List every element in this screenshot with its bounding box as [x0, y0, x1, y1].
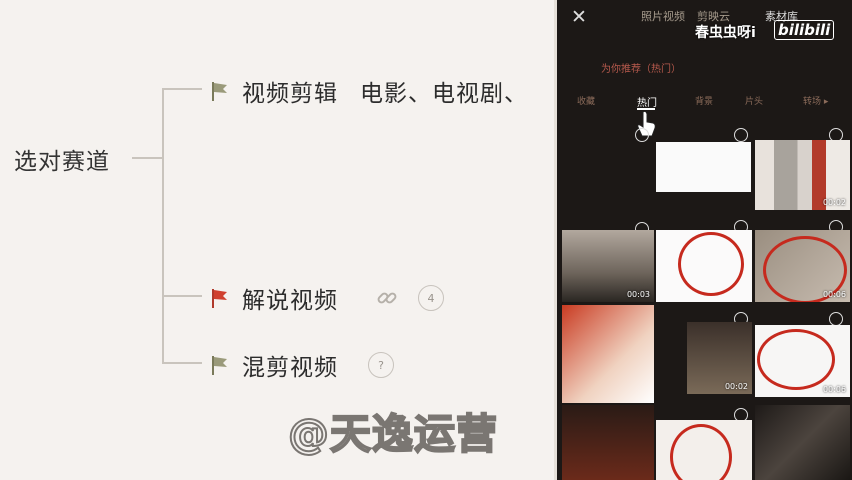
- video-thumbnail[interactable]: 00:02: [755, 140, 850, 210]
- duration-label: 00:06: [822, 290, 846, 299]
- select-circle[interactable]: [635, 128, 649, 142]
- branch-commentary-video[interactable]: 解说视频 4: [210, 281, 444, 315]
- tab-background[interactable]: 背景: [695, 94, 713, 107]
- video-thumbnail[interactable]: 00:06: [755, 230, 850, 302]
- vertical-connector: [162, 88, 164, 363]
- select-circle[interactable]: [734, 128, 748, 142]
- channel-name: 春虫虫呀i: [695, 25, 756, 41]
- flag-icon: [210, 354, 230, 376]
- duration-label: 00:03: [626, 290, 650, 299]
- flag-icon: [210, 80, 230, 102]
- branch3-connector: [162, 362, 202, 364]
- tab-hot[interactable]: 热门: [637, 94, 657, 109]
- branch2-connector: [162, 295, 202, 297]
- video-thumbnail[interactable]: [656, 142, 751, 192]
- duration-label: 00:02: [724, 382, 748, 391]
- duration-label: 00:02: [822, 198, 846, 207]
- select-circle[interactable]: [829, 312, 843, 326]
- video-thumbnail[interactable]: [755, 405, 850, 480]
- watermark-text: @天逸运营: [287, 409, 498, 459]
- flag-icon: [210, 287, 230, 309]
- help-badge[interactable]: ?: [368, 352, 394, 378]
- branch-video-editing[interactable]: 视频剪辑 电影、电视剧、: [210, 74, 528, 108]
- root-node[interactable]: 选对赛道: [14, 142, 110, 176]
- video-thumbnail[interactable]: 00:02: [687, 322, 752, 394]
- duration-label: 00:06: [822, 385, 846, 394]
- branch-extra-text: 电影、电视剧、: [360, 81, 528, 107]
- close-icon[interactable]: ✕: [571, 6, 587, 28]
- video-thumbnail[interactable]: [656, 420, 752, 480]
- branch-label: 解说视频: [242, 288, 338, 314]
- annotation-scribble: [670, 424, 732, 480]
- tab-transition[interactable]: 转场 ▸: [803, 94, 828, 107]
- phone-screen: ✕ 照片视频 剪映云 素材库 春虫虫呀i bilibili 为你推荐（热门） 收…: [557, 0, 852, 480]
- bilibili-logo: bilibili: [774, 20, 835, 40]
- video-thumbnail[interactable]: [562, 405, 654, 480]
- branch-label: 视频剪辑: [242, 81, 338, 107]
- video-thumbnail[interactable]: [656, 230, 752, 302]
- branch1-connector: [162, 88, 202, 90]
- section-subtitle: 为你推荐（热门）: [601, 64, 681, 75]
- tab-intro[interactable]: 片头: [745, 94, 763, 107]
- root-connector: [132, 157, 162, 159]
- tab-photos[interactable]: 照片视频: [641, 8, 685, 24]
- tab-favorites[interactable]: 收藏: [577, 94, 595, 107]
- branch-remix-video[interactable]: 混剪视频 ?: [210, 348, 394, 382]
- video-thumbnail[interactable]: 00:06: [755, 325, 850, 397]
- annotation-scribble: [757, 329, 835, 390]
- annotation-scribble: [678, 232, 744, 296]
- video-thumbnail[interactable]: [562, 305, 654, 403]
- branch-label: 混剪视频: [242, 355, 338, 381]
- link-icon[interactable]: [374, 285, 400, 311]
- note-count-badge[interactable]: 4: [418, 285, 444, 311]
- video-thumbnail[interactable]: 00:03: [562, 230, 654, 302]
